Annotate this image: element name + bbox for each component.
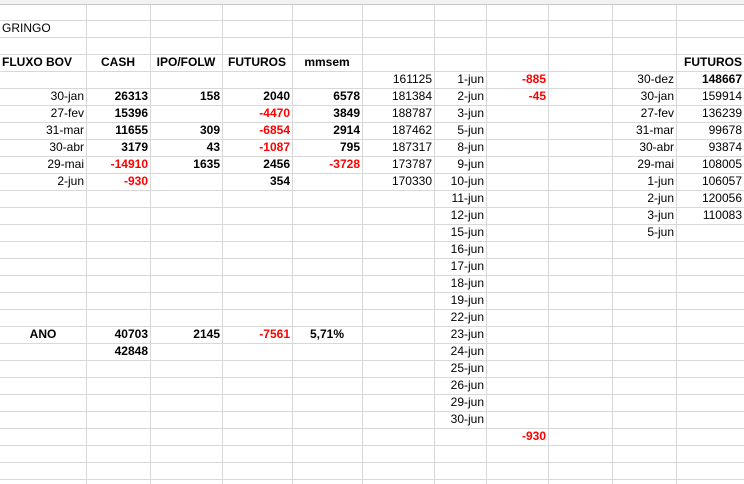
june-date[interactable]: 25-jun <box>434 360 486 377</box>
right-date[interactable]: 31-mar <box>612 122 676 139</box>
cash-value[interactable]: 26313 <box>86 88 150 105</box>
june-date[interactable]: 26-jun <box>434 377 486 394</box>
june-date[interactable]: 1-jun <box>434 71 486 88</box>
row-date[interactable]: 30-jan <box>0 88 86 105</box>
ano-futuros[interactable]: -7561 <box>222 326 292 343</box>
futuros-value[interactable]: 354 <box>222 173 292 190</box>
spreadsheet-grid[interactable]: GRINGO FLUXO BOV CASH IPO/FOLW FUTUROS mmsem F… <box>0 0 744 484</box>
june-date[interactable]: 10-jun <box>434 173 486 190</box>
ano-cash-total[interactable]: 42848 <box>86 343 150 360</box>
right-date[interactable]: 30-abr <box>612 139 676 156</box>
june-date[interactable]: 22-jun <box>434 309 486 326</box>
index-value[interactable]: 161125 <box>362 71 434 88</box>
june-date[interactable]: 24-jun <box>434 343 486 360</box>
ano-label[interactable]: ANO <box>0 326 86 343</box>
mmsem-value[interactable] <box>292 173 362 190</box>
right-futuros-value[interactable]: 99678 <box>676 122 744 139</box>
right-date[interactable]: 30-dez <box>612 71 676 88</box>
right-futuros-value[interactable]: 93874 <box>676 139 744 156</box>
right-futuros-value[interactable]: 148667 <box>676 71 744 88</box>
index-value[interactable]: 170330 <box>362 173 434 190</box>
futuros-value[interactable]: 2456 <box>222 156 292 173</box>
mmsem-value[interactable]: 2914 <box>292 122 362 139</box>
june-date[interactable]: 9-jun <box>434 156 486 173</box>
cash-value[interactable]: 11655 <box>86 122 150 139</box>
mmsem-value[interactable]: 795 <box>292 139 362 156</box>
june-date[interactable]: 3-jun <box>434 105 486 122</box>
june-date[interactable]: 17-jun <box>434 258 486 275</box>
ipo-value[interactable] <box>150 173 222 190</box>
cash-value[interactable]: 3179 <box>86 139 150 156</box>
june-date[interactable]: 5-jun <box>434 122 486 139</box>
june-total[interactable]: -930 <box>486 428 548 445</box>
right-date[interactable]: 2-jun <box>612 190 676 207</box>
june-date[interactable]: 16-jun <box>434 241 486 258</box>
sheet-title[interactable]: GRINGO <box>0 20 120 37</box>
futuros-value[interactable]: 2040 <box>222 88 292 105</box>
ano-ipo[interactable]: 2145 <box>150 326 222 343</box>
index-value[interactable]: 173787 <box>362 156 434 173</box>
mmsem-value[interactable]: -3728 <box>292 156 362 173</box>
ipo-value[interactable]: 309 <box>150 122 222 139</box>
header-mmsem[interactable]: mmsem <box>292 54 362 71</box>
header-ipo-folw[interactable]: IPO/FOLW <box>150 54 222 71</box>
right-date[interactable]: 30-jan <box>612 88 676 105</box>
mmsem-value[interactable]: 6578 <box>292 88 362 105</box>
june-date[interactable]: 29-jun <box>434 394 486 411</box>
june-date[interactable]: 2-jun <box>434 88 486 105</box>
june-date[interactable]: 15-jun <box>434 224 486 241</box>
cash-value[interactable]: 15396 <box>86 105 150 122</box>
right-futuros-value[interactable]: 120056 <box>676 190 744 207</box>
right-date[interactable]: 5-jun <box>612 224 676 241</box>
ipo-value[interactable] <box>150 105 222 122</box>
june-date[interactable]: 12-jun <box>434 207 486 224</box>
header-fluxo-bov[interactable]: FLUXO BOV <box>0 54 86 71</box>
row-date[interactable]: 27-fev <box>0 105 86 122</box>
cash-value[interactable]: -930 <box>86 173 150 190</box>
header-futuros-right[interactable]: FUTUROS <box>676 54 744 71</box>
ipo-value[interactable]: 1635 <box>150 156 222 173</box>
june-date[interactable]: 18-jun <box>434 275 486 292</box>
index-value[interactable]: 187317 <box>362 139 434 156</box>
right-futuros-value[interactable]: 136239 <box>676 105 744 122</box>
right-futuros-value[interactable]: 106057 <box>676 173 744 190</box>
ano-cash[interactable]: 40703 <box>86 326 150 343</box>
right-date[interactable]: 1-jun <box>612 173 676 190</box>
futuros-value[interactable]: -6854 <box>222 122 292 139</box>
right-futuros-value[interactable]: 108005 <box>676 156 744 173</box>
ipo-value[interactable]: 158 <box>150 88 222 105</box>
june-date[interactable]: 11-jun <box>434 190 486 207</box>
index-value[interactable]: 187462 <box>362 122 434 139</box>
right-futuros-value[interactable]: 110083 <box>676 207 744 224</box>
row-date[interactable]: 31-mar <box>0 122 86 139</box>
right-futuros-value[interactable]: 159914 <box>676 88 744 105</box>
cash-value[interactable]: -14910 <box>86 156 150 173</box>
june-date[interactable]: 8-jun <box>434 139 486 156</box>
header-cash[interactable]: CASH <box>86 54 150 71</box>
index-value[interactable]: 188787 <box>362 105 434 122</box>
june-date[interactable]: 19-jun <box>434 292 486 309</box>
mmsem-value[interactable]: 3849 <box>292 105 362 122</box>
june-value[interactable]: -45 <box>486 88 548 105</box>
index-value[interactable]: 181384 <box>362 88 434 105</box>
ipo-value[interactable]: 43 <box>150 139 222 156</box>
row-date[interactable]: 29-mai <box>0 156 86 173</box>
right-date[interactable]: 29-mai <box>612 156 676 173</box>
column-header-strip <box>0 0 744 5</box>
right-date[interactable]: 3-jun <box>612 207 676 224</box>
june-date[interactable]: 30-jun <box>434 411 486 428</box>
right-date[interactable]: 27-fev <box>612 105 676 122</box>
header-futuros[interactable]: FUTUROS <box>222 54 292 71</box>
ano-mmsem[interactable]: 5,71% <box>292 326 362 343</box>
row-date[interactable]: 30-abr <box>0 139 86 156</box>
futuros-value[interactable]: -4470 <box>222 105 292 122</box>
row-date[interactable]: 2-jun <box>0 173 86 190</box>
right-futuros-value[interactable] <box>676 224 744 241</box>
june-value[interactable]: -885 <box>486 71 548 88</box>
june-date[interactable]: 23-jun <box>434 326 486 343</box>
futuros-value[interactable]: -1087 <box>222 139 292 156</box>
